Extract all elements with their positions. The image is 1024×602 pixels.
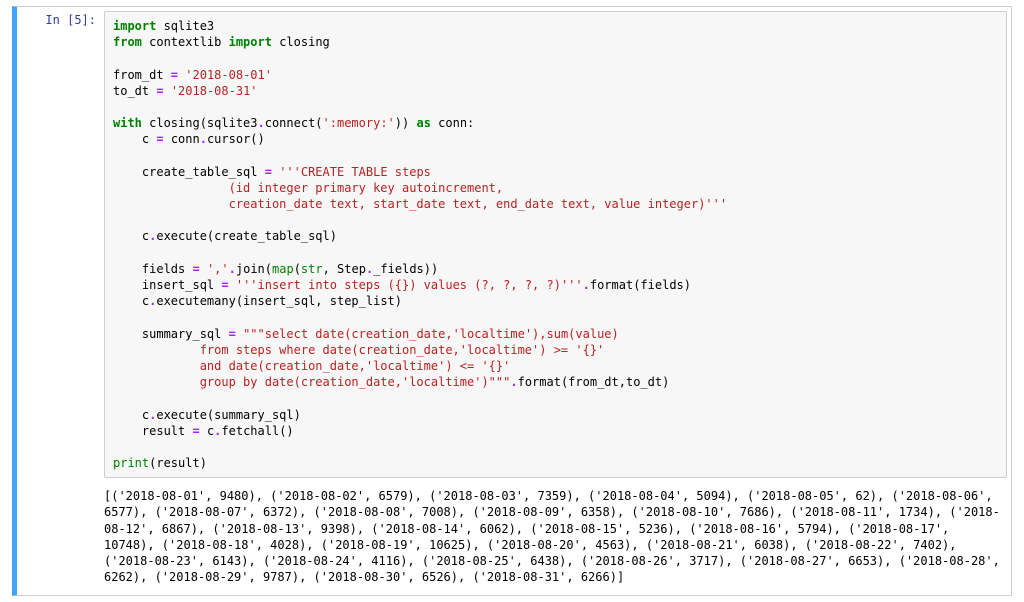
code-input-area[interactable]: import sqlite3 from contextlib import cl… [104,11,1007,478]
code-block[interactable]: import sqlite3 from contextlib import cl… [113,18,998,471]
input-cell: In [5]: import sqlite3 from contextlib i… [17,7,1011,482]
output-prompt [17,482,104,494]
stdout-output: [('2018-08-01', 9480), ('2018-08-02', 65… [104,482,1011,595]
notebook-cell: In [5]: import sqlite3 from contextlib i… [12,6,1012,596]
output-cell: [('2018-08-01', 9480), ('2018-08-02', 65… [17,482,1011,595]
input-prompt: In [5]: [17,7,104,33]
